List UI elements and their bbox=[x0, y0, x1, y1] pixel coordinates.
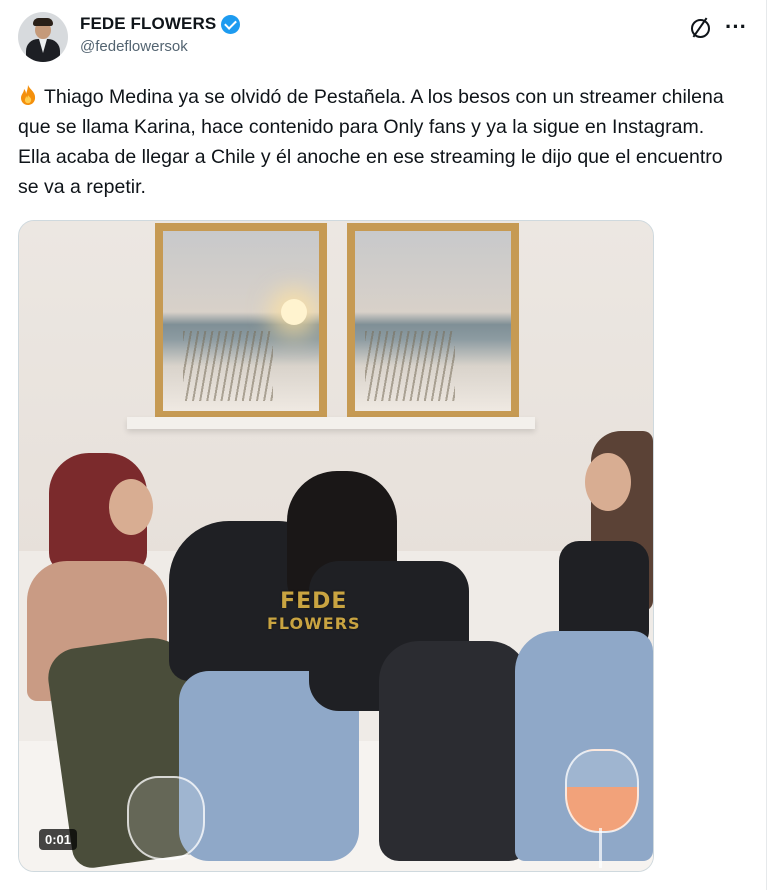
person-right-face bbox=[585, 453, 631, 511]
fire-icon bbox=[18, 84, 38, 106]
watermark-line-1: FEDE bbox=[280, 589, 348, 614]
wall-painting-left bbox=[155, 223, 327, 419]
wall-shelf bbox=[127, 417, 535, 429]
person-left-face bbox=[109, 479, 153, 535]
grok-icon[interactable] bbox=[689, 16, 711, 38]
tweet-body-text: Thiago Medina ya se olvidó de Pestañela.… bbox=[18, 86, 724, 198]
wall-painting-right bbox=[347, 223, 519, 419]
display-name[interactable]: FEDE FLOWERS bbox=[80, 14, 216, 34]
author-block: FEDE FLOWERS @fedeflowersok bbox=[80, 14, 241, 55]
watermark-line-2: FLOWERS bbox=[267, 614, 361, 633]
wine-glass-right bbox=[565, 749, 639, 833]
verified-badge-icon[interactable] bbox=[221, 14, 241, 34]
tweet-text: Thiago Medina ya se olvidó de Pestañela.… bbox=[18, 82, 738, 202]
wine-glass-left bbox=[127, 776, 205, 860]
video-timestamp: 0:01 bbox=[39, 829, 78, 850]
tweet-video[interactable]: FEDE FLOWERS 0:01 bbox=[18, 220, 654, 872]
display-name-row[interactable]: FEDE FLOWERS bbox=[80, 14, 241, 34]
tweet-top-actions: ··· bbox=[689, 16, 747, 38]
avatar[interactable] bbox=[18, 12, 68, 62]
handle[interactable]: @fedeflowersok bbox=[80, 38, 240, 55]
video-watermark: FEDE FLOWERS bbox=[267, 591, 361, 635]
tweet-header: FEDE FLOWERS @fedeflowersok ··· bbox=[18, 10, 747, 66]
more-options-icon[interactable]: ··· bbox=[725, 16, 747, 38]
person-kissing-leggings bbox=[379, 641, 529, 861]
